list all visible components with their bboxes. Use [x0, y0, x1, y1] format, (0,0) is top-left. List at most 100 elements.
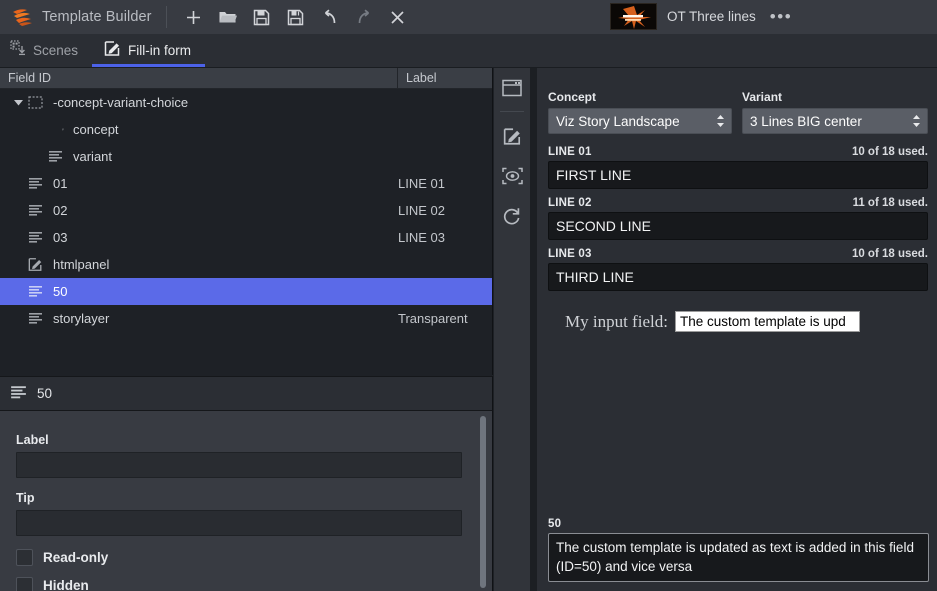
- open-button[interactable]: [211, 2, 245, 32]
- redo-button[interactable]: [347, 2, 381, 32]
- concept-select[interactable]: Viz Story Landscape: [548, 108, 732, 134]
- tab-scenes[interactable]: Scenes: [0, 34, 92, 67]
- tree-item-label: 01: [53, 176, 68, 191]
- variant-value: 3 Lines BIG center: [750, 113, 862, 129]
- edit-button[interactable]: [494, 116, 530, 156]
- field-line-02-caption: LINE 02: [548, 197, 592, 209]
- rail-divider: [500, 111, 524, 112]
- text-field-icon: [10, 385, 27, 403]
- field-tree-panel: Field ID Label -concept-variant-choice c: [0, 68, 493, 375]
- table-row[interactable]: -concept-variant-choice: [0, 89, 492, 116]
- scenes-icon: [10, 40, 26, 61]
- field-line-02-header: LINE 02 11 of 18 used.: [548, 197, 928, 209]
- field-line-02-input[interactable]: SECOND LINE: [548, 212, 928, 240]
- field-50-header: 50: [548, 518, 929, 530]
- document-more-menu[interactable]: •••: [766, 8, 792, 25]
- field-line-01-input[interactable]: FIRST LINE: [548, 161, 928, 189]
- table-row[interactable]: 03 LINE 03: [0, 224, 492, 251]
- variant-select[interactable]: 3 Lines BIG center: [742, 108, 928, 134]
- tree-item-label: storylayer: [53, 311, 110, 326]
- readonly-checkbox[interactable]: [16, 549, 33, 566]
- field-50-input[interactable]: The custom template is updated as text i…: [548, 533, 929, 582]
- tree-item-label: 02: [53, 203, 68, 218]
- undo-button[interactable]: [313, 2, 347, 32]
- table-row[interactable]: storylayer Transparent: [0, 305, 492, 332]
- top-toolbar: Template Builder OT Three lines •••: [0, 0, 937, 34]
- tab-fill-in-form-label: Fill-in form: [128, 43, 192, 58]
- readonly-row[interactable]: Read-only: [16, 549, 476, 566]
- tree-item-value: Transparent: [398, 311, 468, 326]
- tree-item-value: LINE 02: [398, 203, 445, 218]
- field-line-01-caption: LINE 01: [548, 146, 592, 158]
- properties-panel: Label Tip Read-only Hidden: [0, 411, 493, 591]
- tab-fill-in-form[interactable]: Fill-in form: [92, 34, 206, 67]
- field-line-03-counter: 10 of 18 used.: [851, 248, 928, 260]
- variant-group: Variant 3 Lines BIG center: [742, 90, 928, 134]
- concept-variant-row: Concept Viz Story Landscape Variant 3 Li…: [548, 90, 928, 134]
- hidden-row[interactable]: Hidden: [16, 577, 476, 591]
- chevron-down-icon[interactable]: [10, 97, 26, 108]
- column-header-label[interactable]: Label: [398, 71, 492, 85]
- group-icon: [26, 96, 44, 109]
- custom-input-field[interactable]: The custom template is upd: [674, 311, 860, 332]
- document-chip: OT Three lines •••: [610, 3, 792, 30]
- tree-item-label: variant: [73, 149, 113, 164]
- variant-caption: Variant: [742, 90, 783, 104]
- text-field-icon: [46, 123, 64, 136]
- concept-value: Viz Story Landscape: [556, 113, 680, 129]
- window-panel-button[interactable]: [494, 68, 530, 108]
- close-button[interactable]: [381, 2, 415, 32]
- concept-group: Concept Viz Story Landscape: [548, 90, 732, 134]
- spinner-updown-icon: [912, 114, 921, 128]
- template-builder-window: Template Builder OT Three lines ••• Scen…: [0, 0, 937, 591]
- template-thumbnail-icon: [610, 3, 657, 30]
- label-field-caption: Label: [16, 433, 49, 447]
- concept-caption: Concept: [548, 90, 596, 104]
- text-field-icon: [46, 150, 64, 163]
- field-line-03-header: LINE 03 10 of 18 used.: [548, 248, 928, 260]
- text-field-icon: [26, 285, 44, 298]
- preview-button[interactable]: [494, 156, 530, 196]
- properties-title: 50: [37, 386, 53, 401]
- tab-bar: Scenes Fill-in form: [0, 34, 937, 68]
- readonly-label: Read-only: [43, 550, 109, 565]
- table-row[interactable]: 01 LINE 01: [0, 170, 492, 197]
- tree-item-label: htmlpanel: [53, 257, 110, 272]
- panel-splitter[interactable]: [530, 68, 537, 591]
- tree-item-value: LINE 01: [398, 176, 445, 191]
- field-line-01-header: LINE 01 10 of 18 used.: [548, 146, 928, 158]
- field-50-caption: 50: [548, 518, 562, 530]
- tree-item-label: 50: [53, 284, 68, 299]
- save-button[interactable]: [245, 2, 279, 32]
- toolbar-divider: [165, 6, 167, 28]
- tip-field-input[interactable]: [16, 510, 462, 536]
- table-row[interactable]: 02 LINE 02: [0, 197, 492, 224]
- field-line-03: LINE 03 10 of 18 used. THIRD LINE: [548, 248, 928, 291]
- column-header-field-id[interactable]: Field ID: [0, 68, 398, 88]
- fill-in-form-icon: [104, 40, 121, 62]
- field-line-02: LINE 02 11 of 18 used. SECOND LINE: [548, 197, 928, 240]
- field-line-03-input[interactable]: THIRD LINE: [548, 263, 928, 291]
- text-field-icon: [26, 204, 44, 217]
- field-50: 50 The custom template is updated as tex…: [548, 518, 929, 582]
- hidden-label: Hidden: [43, 578, 89, 591]
- properties-header: 50: [0, 376, 493, 411]
- table-row[interactable]: htmlpanel: [0, 251, 492, 278]
- text-field-icon: [26, 312, 44, 325]
- tree-item-label: 03: [53, 230, 68, 245]
- tab-scenes-label: Scenes: [33, 43, 79, 58]
- field-line-01: LINE 01 10 of 18 used. FIRST LINE: [548, 146, 928, 189]
- refresh-button[interactable]: [494, 196, 530, 236]
- save-as-button[interactable]: [279, 2, 313, 32]
- hidden-checkbox[interactable]: [16, 577, 33, 591]
- label-field-input[interactable]: [16, 452, 462, 478]
- field-line-03-caption: LINE 03: [548, 248, 592, 260]
- app-title: Template Builder: [42, 9, 152, 25]
- table-row[interactable]: variant: [0, 143, 492, 170]
- tree-item-label: -concept-variant-choice: [53, 95, 189, 110]
- custom-html-panel: My input field: The custom template is u…: [548, 311, 928, 526]
- new-button[interactable]: [177, 2, 211, 32]
- table-row[interactable]: concept: [0, 116, 492, 143]
- properties-scrollbar[interactable]: [480, 416, 486, 588]
- table-row-selected[interactable]: 50: [0, 278, 492, 305]
